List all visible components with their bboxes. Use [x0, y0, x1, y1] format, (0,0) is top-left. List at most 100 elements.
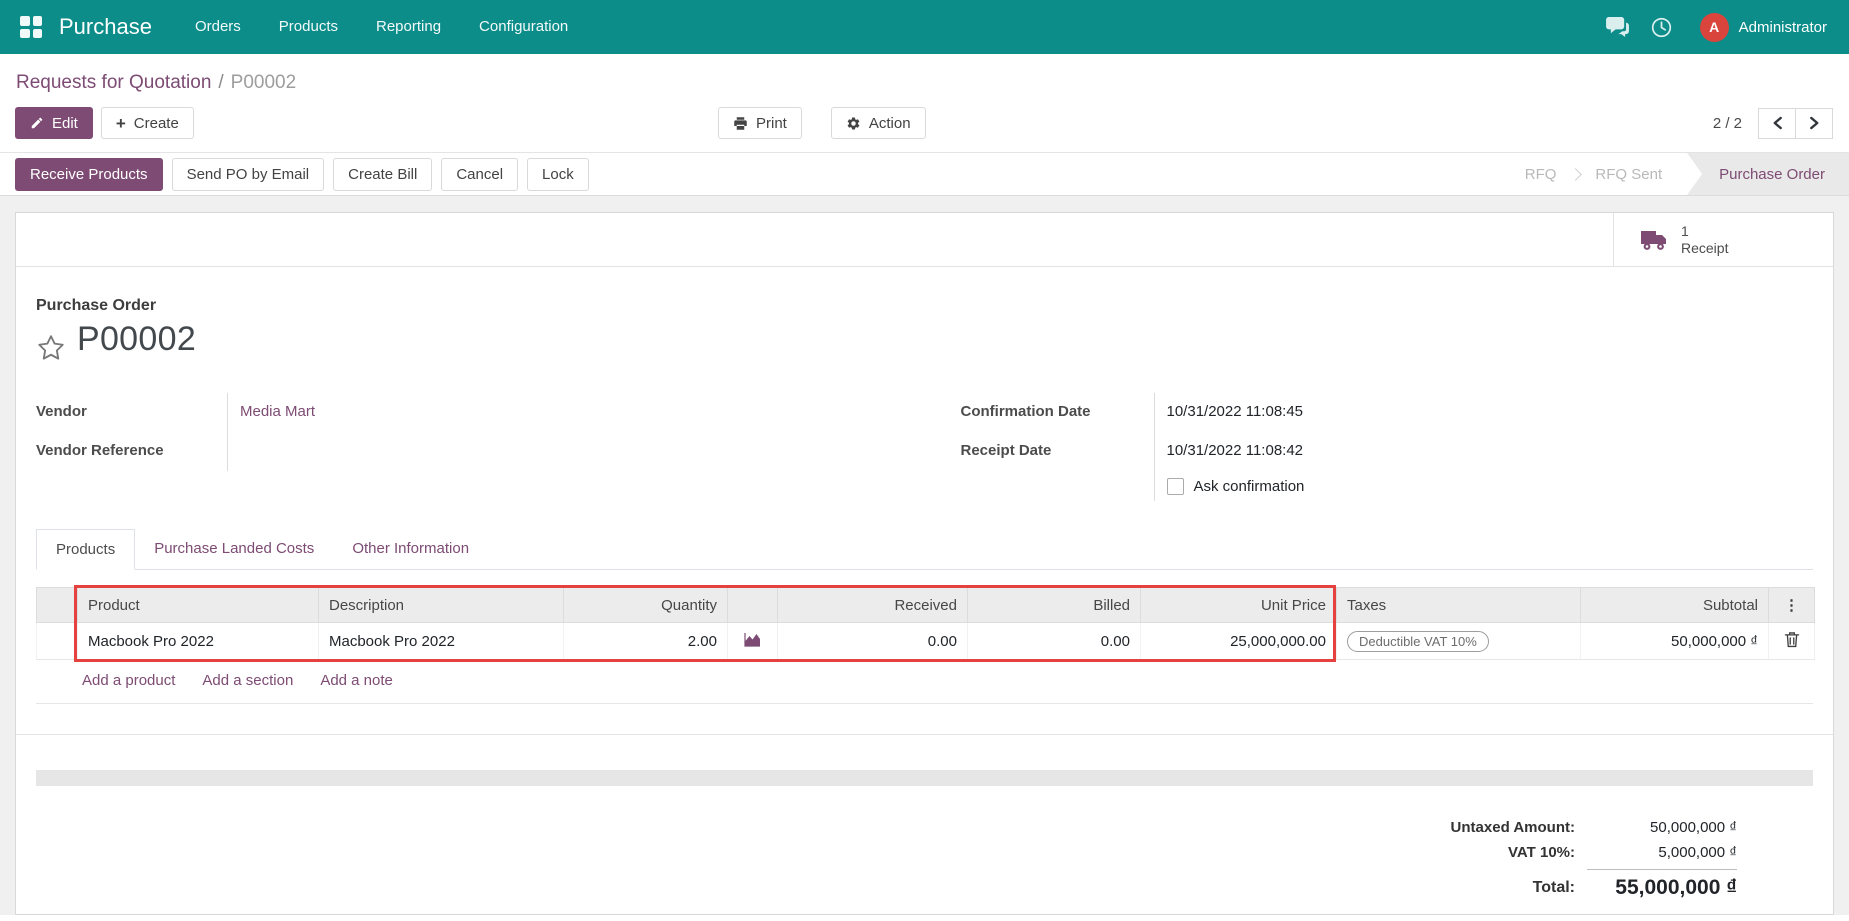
receipt-date-value: 10/31/2022 11:08:42 — [1153, 432, 1814, 471]
pencil-icon — [31, 117, 43, 129]
pager-count: 2 / 2 — [1712, 114, 1742, 132]
state-purchase-order[interactable]: Purchase Order — [1687, 153, 1849, 195]
menu-reporting[interactable]: Reporting — [357, 0, 460, 54]
receipt-date-label: Receipt Date — [960, 442, 1052, 459]
apps-menu-icon[interactable] — [20, 16, 42, 38]
total-value: 55,000,000 ₫ — [1587, 869, 1737, 900]
cell-quantity: 2.00 — [563, 622, 728, 660]
unit-price-column-header[interactable]: Unit Price — [1140, 587, 1337, 623]
field-groups: Vendor Media Mart Vendor Reference Confi… — [36, 393, 1813, 501]
plus-icon: + — [115, 113, 126, 133]
subtotal-column-header[interactable]: Subtotal — [1580, 587, 1769, 623]
taxes-column-header[interactable]: Taxes — [1336, 587, 1581, 623]
create-button[interactable]: + Create — [100, 107, 194, 139]
list-footer-links: Add a product Add a section Add a note — [36, 660, 1813, 704]
menu-products[interactable]: Products — [260, 0, 357, 54]
statusbar: Receive Products Send PO by Email Create… — [0, 152, 1849, 196]
trash-icon[interactable] — [1784, 631, 1800, 648]
tab-purchase-landed-costs[interactable]: Purchase Landed Costs — [135, 529, 333, 569]
cell-unit-price: 25,000,000.00 — [1140, 622, 1337, 660]
smart-button-box: 1 Receipt — [16, 213, 1833, 267]
gear-icon — [847, 116, 860, 129]
product-column-header[interactable]: Product — [77, 587, 319, 623]
activities-clock-icon[interactable] — [1640, 0, 1684, 54]
state-rfq[interactable]: RFQ — [1510, 166, 1572, 183]
tab-products[interactable]: Products — [36, 529, 136, 570]
action-button[interactable]: Action — [830, 107, 926, 139]
cell-subtotal: 50,000,000 ₫ — [1580, 622, 1769, 660]
ask-confirmation-label: Ask confirmation — [1193, 477, 1305, 495]
menu-orders[interactable]: Orders — [176, 0, 260, 54]
pager-previous-button[interactable] — [1758, 107, 1796, 139]
status-pipeline: RFQ RFQ Sent Purchase Order — [1510, 153, 1849, 195]
favorite-star-icon[interactable] — [36, 333, 66, 363]
tax-value: 5,000,000 ₫ — [1658, 844, 1737, 861]
horizontal-scrollbar[interactable] — [36, 770, 1813, 786]
untaxed-amount-label: Untaxed Amount: — [1450, 819, 1575, 836]
receive-products-button[interactable]: Receive Products — [15, 157, 163, 191]
vendor-reference-value — [227, 432, 925, 471]
add-a-product-link[interactable]: Add a product — [82, 672, 175, 689]
handle-column-header — [36, 587, 78, 623]
receipt-smart-button[interactable]: 1 Receipt — [1613, 213, 1833, 266]
table-header-row: Product Description Quantity Received Bi… — [36, 587, 1815, 623]
breadcrumb-parent[interactable]: Requests for Quotation — [16, 72, 211, 93]
print-button[interactable]: Print — [718, 107, 802, 139]
quantity-column-header[interactable]: Quantity — [563, 587, 728, 623]
vendor-value[interactable]: Media Mart — [227, 393, 925, 432]
receipt-label: Receipt — [1681, 239, 1729, 256]
billed-column-header[interactable]: Billed — [967, 587, 1141, 623]
add-a-section-link[interactable]: Add a section — [202, 672, 293, 689]
untaxed-amount-value: 50,000,000 ₫ — [1650, 819, 1737, 836]
forecast-column-header — [727, 587, 778, 623]
add-a-note-link[interactable]: Add a note — [320, 672, 393, 689]
order-line-row[interactable]: Macbook Pro 2022 Macbook Pro 2022 2.00 0… — [36, 622, 1815, 660]
cell-delete — [1768, 622, 1815, 660]
lock-button[interactable]: Lock — [527, 157, 589, 191]
purchase-order-form-screen: Purchase Orders Products Reporting Confi… — [0, 0, 1849, 921]
forecast-chart-icon[interactable] — [744, 632, 761, 647]
top-navbar: Purchase Orders Products Reporting Confi… — [0, 0, 1849, 54]
state-rfq-sent[interactable]: RFQ Sent — [1580, 166, 1677, 183]
breadcrumb-current: P00002 — [230, 72, 297, 93]
send-po-by-email-button[interactable]: Send PO by Email — [171, 157, 325, 191]
confirmation-date-value: 10/31/2022 11:08:45 — [1153, 393, 1814, 432]
user-avatar[interactable]: A — [1699, 12, 1729, 42]
total-label: Total: — [1532, 879, 1575, 896]
create-bill-button[interactable]: Create Bill — [333, 157, 433, 191]
tab-other-information[interactable]: Other Information — [333, 529, 488, 569]
menu-configuration[interactable]: Configuration — [460, 0, 587, 54]
optional-columns-icon[interactable]: ⋮ — [1768, 587, 1815, 623]
cell-description: Macbook Pro 2022 — [318, 622, 564, 660]
tax-tag: Deductible VAT 10% — [1347, 630, 1489, 652]
totals-block: Untaxed Amount: 50,000,000 ₫ VAT 10%: 5,… — [36, 819, 1737, 900]
received-column-header[interactable]: Received — [777, 587, 968, 623]
description-column-header[interactable]: Description — [318, 587, 564, 623]
confirmation-date-label: Confirmation Date — [960, 403, 1091, 420]
receipt-count: 1 — [1681, 222, 1689, 239]
vendor-label: Vendor — [36, 403, 87, 420]
cancel-button[interactable]: Cancel — [441, 157, 519, 191]
cell-product: Macbook Pro 2022 — [77, 622, 319, 660]
ask-confirmation-checkbox[interactable] — [1166, 477, 1184, 495]
printer-icon — [734, 116, 747, 130]
page-title: P00002 — [77, 320, 197, 358]
cell-forecast — [727, 622, 778, 660]
cell-billed: 0.00 — [967, 622, 1141, 660]
right-field-group: Confirmation Date 10/31/2022 11:08:45 Re… — [961, 393, 1814, 501]
notebook-bottom-divider — [16, 734, 1833, 735]
control-panel: Requests for Quotation / P00002 Edit + Cre… — [0, 54, 1849, 152]
messages-icon[interactable] — [1596, 0, 1640, 54]
chevron-left-icon — [1773, 116, 1782, 130]
navbar-right: A Administrator — [1596, 0, 1833, 54]
notebook-tabs: Products Purchase Landed Costs Other Inf… — [36, 529, 1813, 570]
breadcrumb-separator: / — [218, 72, 224, 93]
edit-button[interactable]: Edit — [15, 107, 93, 139]
user-name[interactable]: Administrator — [1739, 19, 1827, 36]
truck-icon — [1641, 230, 1666, 250]
record-type-label: Purchase Order — [36, 297, 157, 314]
left-field-group: Vendor Media Mart Vendor Reference — [36, 393, 925, 501]
pager-next-button[interactable] — [1795, 107, 1833, 139]
app-name[interactable]: Purchase — [59, 14, 152, 40]
cell-taxes: Deductible VAT 10% — [1336, 622, 1581, 660]
